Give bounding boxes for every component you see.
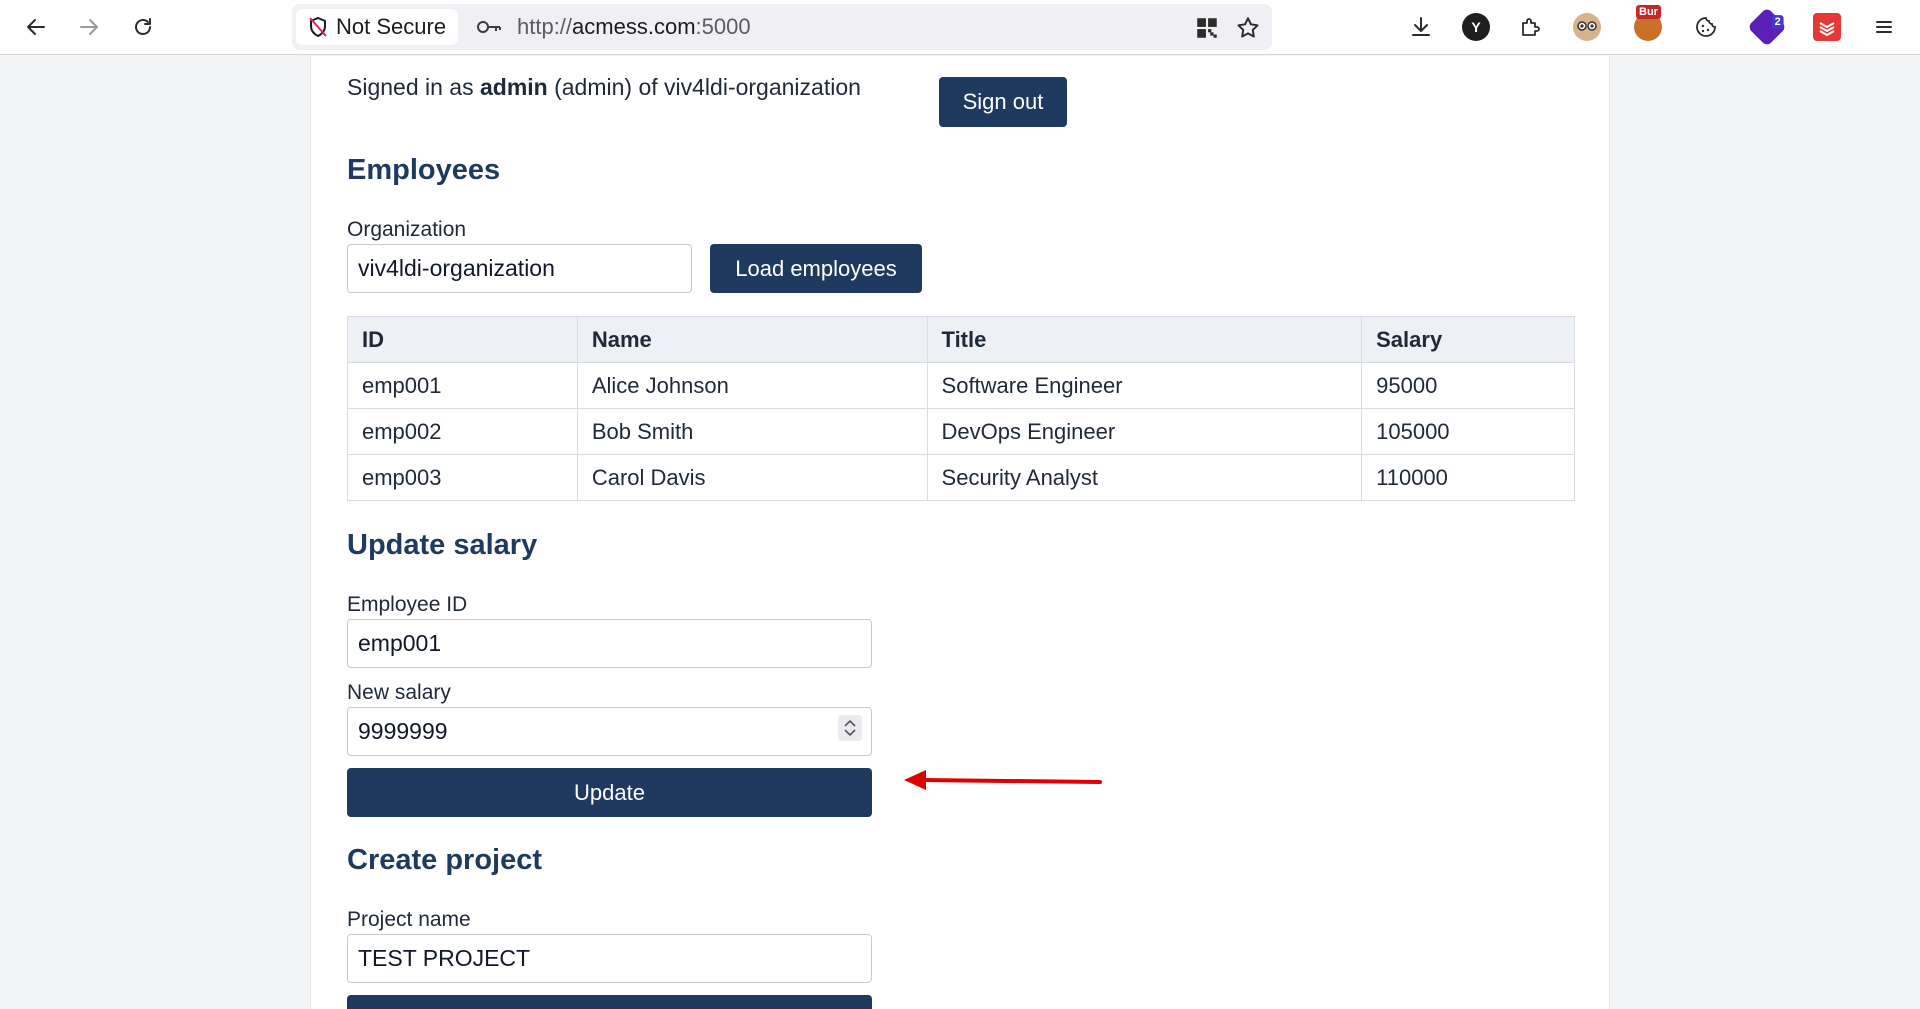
download-icon [1412,17,1430,36]
cell-name: Alice Johnson [576,362,928,409]
signed-in-username: admin [479,74,548,100]
extensions-button[interactable] [1511,8,1549,46]
url-bar[interactable]: Not Secure http://acmess.com:5000 [292,4,1272,50]
content-card: Signed in as admin (admin) of viv4ldi-or… [310,56,1610,1009]
security-indicator[interactable]: Not Secure [296,9,459,45]
employees-table: ID Name Title Salary emp001 Alice Johnso… [347,316,1575,501]
cell-id: emp001 [347,362,578,409]
cell-name: Carol Davis [576,454,928,501]
project-name-input[interactable] [347,934,872,983]
organization-input[interactable] [347,244,692,293]
arrow-right-icon [80,19,98,35]
chevron-up-icon [844,719,856,727]
table-header-row: ID Name Title Salary [347,316,1575,363]
signed-in-text: Signed in as admin (admin) of viv4ldi-or… [347,74,861,101]
cookie-extension-button[interactable] [1687,8,1725,46]
url-host: acmess.com [572,14,696,39]
menu-button[interactable] [1865,8,1903,46]
employees-heading: Employees [347,154,501,186]
table-row: emp002 Bob Smith DevOps Engineer 105000 [347,408,1575,455]
cell-id: emp002 [347,408,578,455]
column-header-title: Title [926,316,1363,363]
number-spinner[interactable] [838,715,862,741]
update-salary-heading: Update salary [347,529,538,561]
hamburger-icon [1876,21,1892,33]
new-salary-field [347,707,872,756]
organization-label: Organization [347,218,467,241]
bookmark-star-icon[interactable] [1235,15,1261,41]
new-salary-input[interactable] [347,707,872,756]
annotation-arrow-icon [904,770,1102,790]
column-header-id: ID [347,316,578,363]
employee-id-input[interactable] [347,619,872,668]
cell-title: DevOps Engineer [926,408,1363,455]
extension-counter-badge: 2 [1771,15,1784,30]
table-row: emp003 Carol Davis Security Analyst 1100… [347,454,1575,501]
reload-button[interactable] [124,8,162,46]
key-icon[interactable] [476,15,502,39]
stack-icon [1819,22,1835,37]
sign-out-button[interactable]: Sign out [939,77,1067,127]
extension-bur-badge: Bur [1636,5,1661,19]
page-viewport: Signed in as admin (admin) of viv4ldi-or… [0,56,1920,1009]
downloads-button[interactable] [1402,8,1440,46]
qr-code-icon[interactable] [1194,15,1220,41]
table-row: emp001 Alice Johnson Software Engineer 9… [347,362,1575,409]
cell-id: emp003 [347,454,578,501]
security-label: Not Secure [336,14,447,39]
arrow-left-icon [27,19,45,35]
project-name-label: Project name [347,908,471,931]
reload-icon [135,18,151,35]
cell-salary: 110000 [1361,454,1575,501]
chevron-down-icon [844,729,856,737]
column-header-name: Name [576,316,928,363]
cell-name: Bob Smith [576,408,928,455]
cell-salary: 95000 [1361,362,1575,409]
extension-owl-icon[interactable] [1573,13,1601,41]
column-header-salary: Salary [1361,316,1575,363]
owl-face-icon [1577,21,1597,31]
cell-salary: 105000 [1361,408,1575,455]
shield-slash-icon [309,16,327,38]
url-text[interactable]: http://acmess.com:5000 [517,14,751,40]
signed-in-prefix: Signed in as [347,74,480,100]
cell-title: Software Engineer [926,362,1363,409]
extension-todoist-icon[interactable] [1813,13,1841,41]
url-prefix: http:// [517,14,573,39]
forward-button[interactable] [70,8,108,46]
create-project-heading: Create project [347,844,543,876]
new-salary-label: New salary [347,681,451,704]
cell-title: Security Analyst [926,454,1363,501]
load-employees-button[interactable]: Load employees [710,244,922,293]
cookie-icon [1696,17,1716,37]
puzzle-icon [1522,18,1540,36]
extension-tag-icon[interactable]: 2 [1747,7,1787,47]
signed-in-suffix: (admin) of viv4ldi-organization [547,74,861,100]
employee-id-label: Employee ID [347,593,468,616]
extension-bur-icon[interactable]: Bur [1634,5,1662,41]
back-button[interactable] [17,8,55,46]
extension-y-letter: Y [1471,19,1481,35]
create-project-button[interactable] [347,995,872,1009]
extension-y-icon[interactable]: Y [1462,13,1490,41]
update-button[interactable]: Update [347,768,872,817]
url-port: :5000 [695,14,751,39]
browser-toolbar: Not Secure http://acmess.com:5000 Y Bur … [0,0,1920,55]
